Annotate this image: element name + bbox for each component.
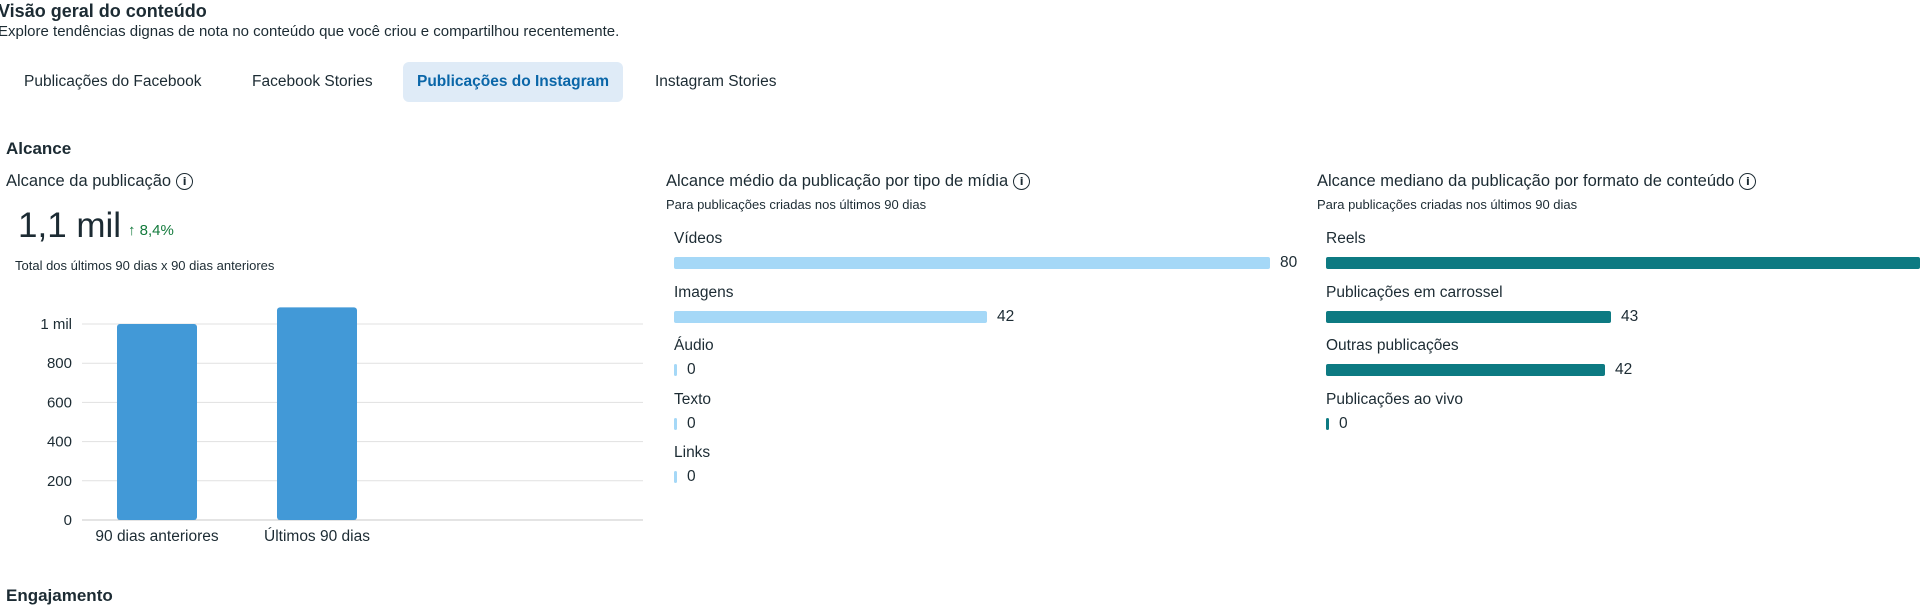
info-icon[interactable]: i [1739, 173, 1757, 190]
tab-facebook-stories[interactable]: Facebook Stories [238, 62, 387, 102]
media-type-subtitle: Para publicações criadas nos últimos 90 … [666, 197, 927, 212]
bar[interactable] [674, 364, 677, 376]
bar-row-label: Áudio [674, 337, 714, 354]
bar[interactable] [674, 417, 677, 430]
page-title: Visão geral do conteúdo [0, 1, 207, 21]
bar-row-label: Outras publicações [1326, 337, 1459, 354]
y-tick-label: 800 [47, 355, 72, 372]
bar[interactable] [117, 324, 197, 520]
bar-row-label: Links [674, 444, 711, 461]
info-icon[interactable]: i [176, 173, 194, 190]
bar-value-label: 0 [687, 361, 696, 378]
bar[interactable] [674, 310, 987, 323]
post-reach-bar-chart: 0 200 400 600 800 1 mil 90 dias anteriores Últi… [40, 307, 643, 545]
bar[interactable] [1326, 364, 1605, 376]
y-tick-label: 600 [47, 394, 72, 411]
bar-value-label: 80 [1280, 254, 1298, 271]
bar-value-label: 0 [687, 468, 696, 485]
bar-value-label: 42 [997, 307, 1015, 325]
post-reach-delta: ↑ 8,4% [128, 222, 174, 239]
post-reach-title: Alcance da publicação i [6, 172, 194, 191]
media-type-bar-list: Vídeos 80 Imagens 42 Áudio 0 Texto 0 Links 0 [674, 230, 1314, 490]
info-icon[interactable]: i [1013, 173, 1031, 190]
bar[interactable] [1326, 417, 1329, 430]
post-reach-title-text: Alcance da publicação [6, 172, 172, 190]
bar-row-label: Publicações em carrossel [1326, 283, 1503, 301]
page-subtitle: Explore tendências dignas de nota no con… [0, 23, 620, 40]
tab-instagram-stories[interactable]: Instagram Stories [641, 62, 790, 102]
engagement-section-heading: Engajamento [6, 586, 113, 605]
post-reach-value: 1,1 mil [18, 206, 122, 245]
media-type-title: Alcance médio da publicação por tipo de … [666, 172, 1031, 191]
content-format-title: Alcance mediano da publicação por format… [1317, 172, 1757, 191]
y-tick-label: 0 [64, 512, 72, 529]
content-format-title-text: Alcance mediano da publicação por format… [1317, 172, 1735, 190]
bar[interactable] [1326, 257, 1920, 269]
post-reach-caption: Total dos últimos 90 dias x 90 dias ante… [15, 258, 275, 273]
bar[interactable] [277, 307, 357, 520]
tab-instagram-posts[interactable]: Publicações do Instagram [403, 62, 624, 102]
x-tick-label: Últimos 90 dias [264, 528, 370, 545]
bar[interactable] [1326, 310, 1611, 323]
bar[interactable] [674, 257, 1270, 269]
bar-value-label: 0 [1339, 414, 1348, 432]
bar-row-label: Reels [1326, 230, 1366, 247]
content-format-subtitle: Para publicações criadas nos últimos 90 … [1317, 197, 1578, 212]
y-tick-label: 1 mil [40, 316, 72, 333]
bar-row-label: Imagens [674, 283, 734, 301]
bar-value-label: 0 [687, 414, 696, 432]
bar-row-label: Texto [674, 390, 712, 408]
y-tick-label: 200 [47, 473, 72, 490]
bar-row-label: Publicações ao vivo [1326, 390, 1463, 408]
bar[interactable] [674, 471, 677, 483]
bar-value-label: 43 [1621, 307, 1639, 325]
tab-facebook-posts[interactable]: Publicações do Facebook [10, 62, 216, 102]
content-format-bar-list: Reels Publicações em carrossel 43 Outras pu… [1326, 230, 1920, 450]
x-tick-label: 90 dias anteriores [95, 528, 218, 545]
bar-value-label: 42 [1615, 361, 1633, 378]
reach-section-heading: Alcance [6, 139, 72, 158]
bar-row-label: Vídeos [674, 230, 723, 247]
media-type-title-text: Alcance médio da publicação por tipo de … [666, 172, 1009, 190]
y-tick-label: 400 [47, 434, 72, 451]
